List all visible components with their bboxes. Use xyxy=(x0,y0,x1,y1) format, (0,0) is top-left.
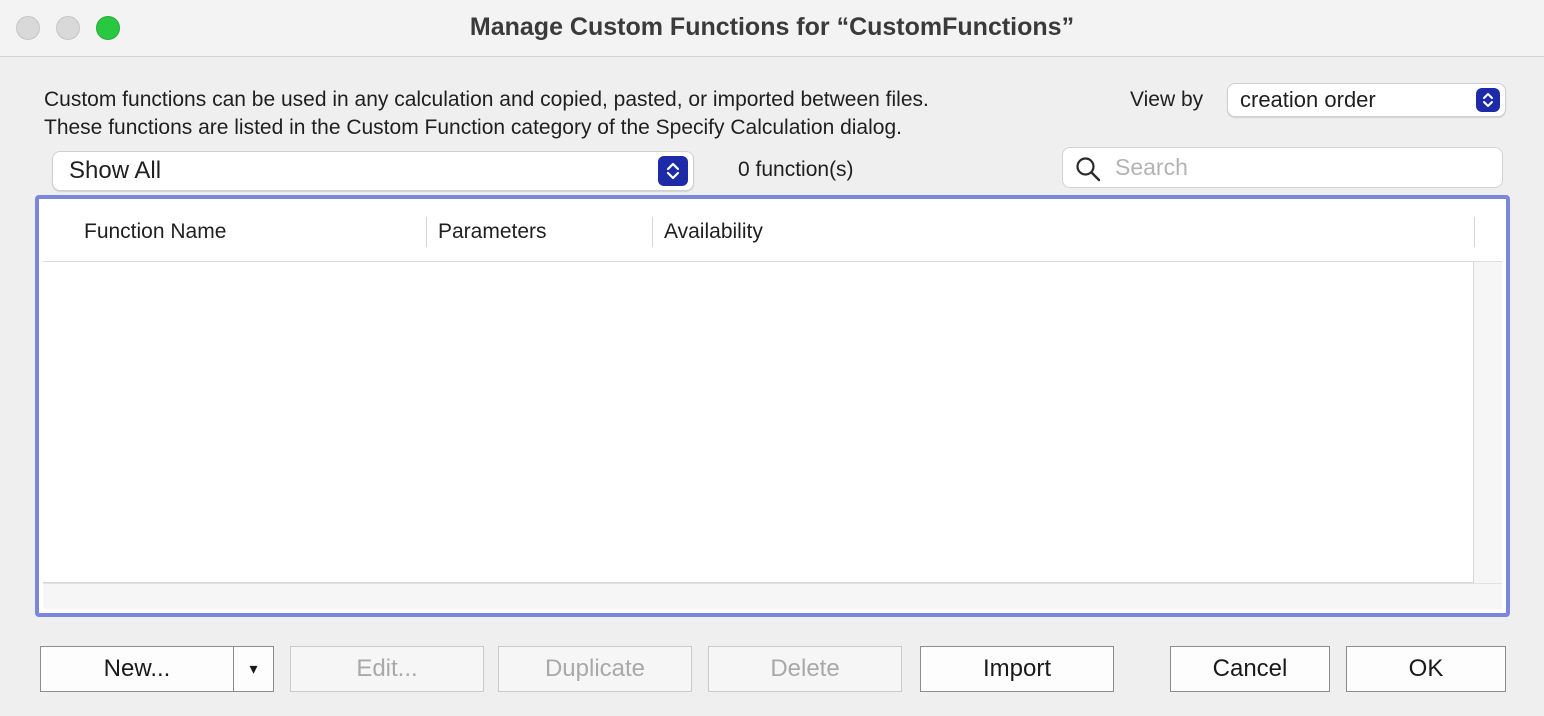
search-icon xyxy=(1076,157,1101,182)
up-down-chevron-icon xyxy=(1476,88,1500,112)
column-header-parameters[interactable]: Parameters xyxy=(438,220,547,244)
up-down-chevron-icon xyxy=(658,156,688,186)
import-button[interactable]: Import xyxy=(920,646,1114,692)
description-line-2: These functions are listed in the Custom… xyxy=(44,116,902,139)
functions-table[interactable]: Function Name Parameters Availability xyxy=(35,195,1510,617)
vertical-scrollbar[interactable] xyxy=(1474,262,1502,583)
new-button[interactable]: New... xyxy=(40,646,234,692)
description: Custom functions can be used in any calc… xyxy=(44,86,929,142)
search-input[interactable] xyxy=(1115,153,1485,181)
functions-table-body: Function Name Parameters Availability xyxy=(43,203,1502,609)
filter-value: Show All xyxy=(69,157,162,184)
title-bar: Manage Custom Functions for “CustomFunct… xyxy=(0,0,1544,57)
description-line-1: Custom functions can be used in any calc… xyxy=(44,88,929,111)
ok-button[interactable]: OK xyxy=(1346,646,1506,692)
search-field[interactable] xyxy=(1062,147,1503,188)
window-title: Manage Custom Functions for “CustomFunct… xyxy=(469,13,1075,41)
column-divider[interactable] xyxy=(1474,217,1475,247)
cancel-button[interactable]: Cancel xyxy=(1170,646,1330,692)
function-count: 0 function(s) xyxy=(738,158,854,181)
column-divider[interactable] xyxy=(426,217,427,247)
view-by-popup[interactable]: creation order xyxy=(1227,83,1506,117)
edit-button[interactable]: Edit... xyxy=(290,646,484,692)
table-header-row: Function Name Parameters Availability xyxy=(43,203,1502,262)
duplicate-button[interactable]: Duplicate xyxy=(498,646,692,692)
view-by-label: View by xyxy=(1130,88,1204,111)
table-rows-area[interactable] xyxy=(43,262,1474,583)
column-header-function-name[interactable]: Function Name xyxy=(84,220,226,244)
column-divider[interactable] xyxy=(652,217,653,247)
view-by-value: creation order xyxy=(1240,87,1376,112)
new-menu-button[interactable]: ▾ xyxy=(233,646,274,692)
column-header-availability[interactable]: Availability xyxy=(664,220,763,244)
manage-custom-functions-window: Manage Custom Functions for “CustomFunct… xyxy=(0,0,1544,716)
horizontal-scrollbar[interactable] xyxy=(43,583,1502,609)
filter-popup[interactable]: Show All xyxy=(52,151,694,191)
delete-button[interactable]: Delete xyxy=(708,646,902,692)
